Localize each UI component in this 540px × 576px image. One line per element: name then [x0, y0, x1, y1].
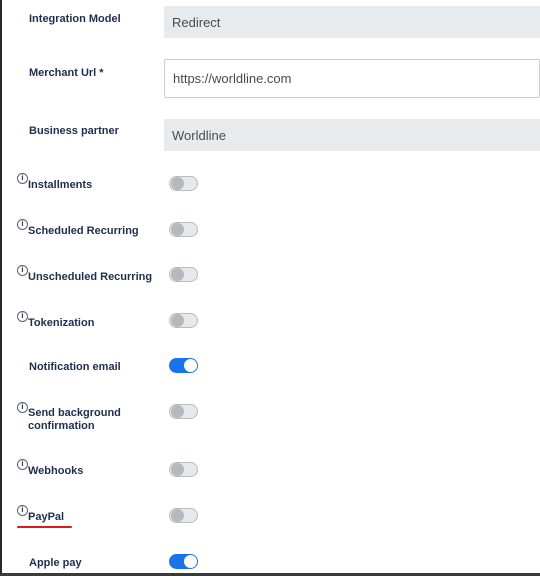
paypal-highlight-underline: [17, 526, 72, 528]
toggle-knob: [171, 463, 184, 476]
webhooks-label: Webhooks: [28, 465, 84, 477]
apple-pay-toggle[interactable]: [169, 554, 198, 569]
apple-pay-label: Apple pay: [29, 557, 82, 569]
info-icon[interactable]: i: [17, 265, 28, 276]
notification-email-label: Notification email: [29, 361, 121, 373]
integration-model-label: Integration Model: [29, 13, 121, 25]
info-icon[interactable]: i: [17, 505, 28, 516]
business-partner-field: Worldline: [164, 119, 540, 151]
toggle-knob: [171, 405, 184, 418]
toggle-knob: [171, 177, 184, 190]
toggle-knob: [171, 314, 184, 327]
installments-label: Installments: [28, 179, 93, 191]
toggle-knob: [184, 555, 197, 568]
scheduled-recurring-label: Scheduled Recurring: [28, 225, 139, 237]
webhooks-toggle[interactable]: [169, 462, 198, 477]
info-icon[interactable]: i: [17, 311, 28, 322]
paypal-toggle[interactable]: [169, 508, 198, 523]
unscheduled-recurring-toggle[interactable]: [169, 267, 198, 282]
toggle-knob: [171, 268, 184, 281]
info-icon[interactable]: i: [17, 219, 28, 230]
integration-model-field: Redirect: [164, 6, 540, 38]
toggle-knob: [171, 223, 184, 236]
merchant-url-label: Merchant Url *: [29, 67, 104, 79]
send-background-confirmation-label-line2: confirmation: [28, 420, 95, 432]
business-partner-label: Business partner: [29, 125, 119, 137]
info-icon[interactable]: i: [17, 402, 28, 413]
merchant-url-input[interactable]: https://worldline.com: [164, 59, 540, 98]
toggle-knob: [184, 359, 197, 372]
info-icon[interactable]: i: [17, 459, 28, 470]
unscheduled-recurring-label: Unscheduled Recurring: [28, 271, 153, 283]
window-left-border: [0, 0, 2, 576]
paypal-label: PayPal: [28, 511, 65, 523]
toggle-knob: [171, 509, 184, 522]
scheduled-recurring-toggle[interactable]: [169, 222, 198, 237]
notification-email-toggle[interactable]: [169, 358, 198, 373]
tokenization-toggle[interactable]: [169, 313, 198, 328]
send-background-confirmation-toggle[interactable]: [169, 404, 198, 419]
installments-toggle[interactable]: [169, 176, 198, 191]
send-background-confirmation-label-line1: Send background: [28, 407, 121, 419]
info-icon[interactable]: i: [17, 173, 28, 184]
tokenization-label: Tokenization: [28, 317, 95, 329]
